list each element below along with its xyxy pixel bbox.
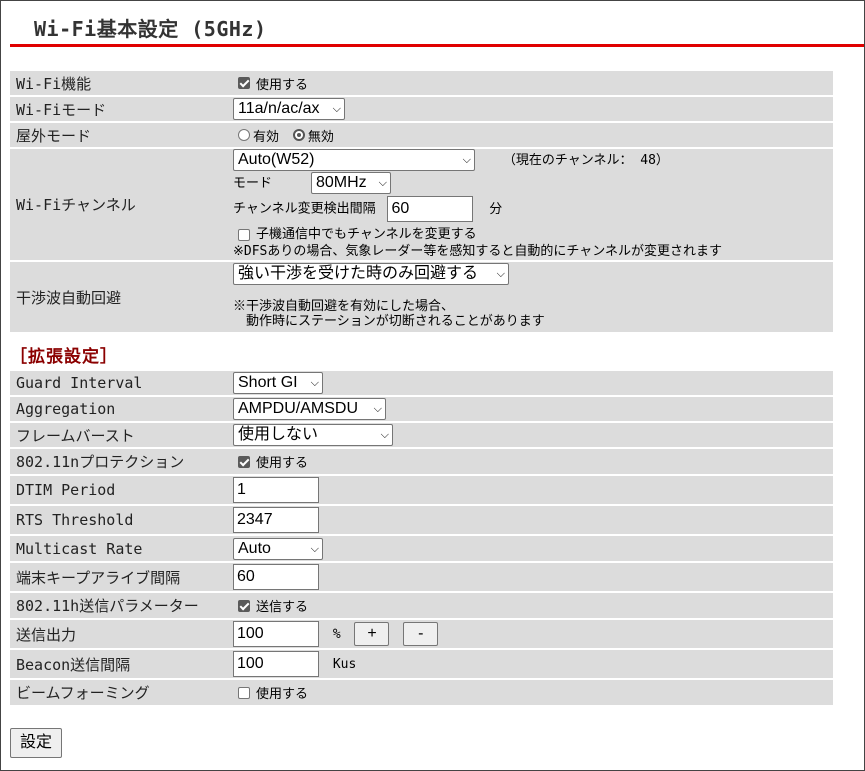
submit-button[interactable]: 設定 <box>10 728 62 758</box>
chevron-down-icon: ⌵ <box>496 268 505 280</box>
wifi-function-checkbox[interactable] <box>238 77 250 89</box>
detect-interval-label: チャンネル変更検出間隔 <box>233 201 376 217</box>
change-during-child-label: 子機通信中でもチャンネルを変更する <box>256 227 477 242</box>
row-wifi-channel: Wi-Fiチャンネル Auto(W52) ⌵ （現在のチャンネル： 48） モード… <box>10 149 833 260</box>
channel-select[interactable]: Auto(W52) ⌵ <box>233 149 475 171</box>
label-interference: 干渉波自動回避 <box>10 262 230 332</box>
detect-interval-input[interactable]: 60 <box>387 196 474 222</box>
row-tx-param-11h: 802.11h送信パラメーター 送信する <box>10 593 833 618</box>
tx-param-11h-option: 送信する <box>256 600 309 615</box>
change-during-child-checkbox[interactable] <box>238 228 250 241</box>
row-dtim-period: DTIM Period 1 <box>10 476 833 504</box>
label-keepalive: 端末キープアライブ間隔 <box>10 563 230 591</box>
interference-note-1: ※干渉波自動回避を有効にした場合、 <box>233 299 455 314</box>
protection-11n-checkbox[interactable] <box>238 455 250 468</box>
current-channel-text: （現在のチャンネル： 48） <box>502 152 669 168</box>
label-protection-11n: 802.11nプロテクション <box>10 449 230 474</box>
row-guard-interval: Guard Interval Short GI ⌵ <box>10 371 833 395</box>
label-outdoor-mode: 屋外モード <box>10 123 230 147</box>
detect-interval-unit: 分 <box>489 201 503 217</box>
row-beacon-interval: Beacon送信間隔 100 Kus <box>10 650 833 678</box>
interference-note-2: 動作時にステーションが切断されることがあります <box>233 314 545 329</box>
wifi-function-option: 使用する <box>256 77 309 93</box>
aggregation-value: AMPDU/AMSDU <box>238 400 359 417</box>
chevron-down-icon: ⌵ <box>380 429 389 441</box>
tx-power-input[interactable]: 100 <box>233 621 319 647</box>
outdoor-enable-radio[interactable] <box>238 129 250 141</box>
channel-width-select[interactable]: 80MHz ⌵ <box>311 172 391 194</box>
tx-power-unit: % <box>332 626 341 642</box>
basic-settings-table: Wi-Fi機能 使用する Wi-Fiモード 11a/n/ac/ax ⌵ 屋外モード… <box>10 69 833 334</box>
tx-power-plus-button[interactable]: + <box>354 622 390 646</box>
dtim-period-input[interactable]: 1 <box>233 477 319 503</box>
tx-param-11h-checkbox[interactable] <box>238 599 250 612</box>
label-guard-interval: Guard Interval <box>10 371 230 395</box>
beamforming-option: 使用する <box>256 687 309 702</box>
protection-11n-option: 使用する <box>256 456 309 471</box>
rts-threshold-input[interactable]: 2347 <box>233 507 319 533</box>
label-rts-threshold: RTS Threshold <box>10 506 230 534</box>
beamforming-checkbox[interactable] <box>238 686 250 699</box>
beacon-interval-input[interactable]: 100 <box>233 651 319 677</box>
frame-burst-select[interactable]: 使用しない ⌵ <box>233 424 393 446</box>
channel-mode-label: モード <box>233 175 273 191</box>
label-multicast-rate: Multicast Rate <box>10 536 230 561</box>
label-wifi-mode: Wi-Fiモード <box>10 97 230 121</box>
label-tx-param-11h: 802.11h送信パラメーター <box>10 593 230 618</box>
label-wifi-channel: Wi-Fiチャンネル <box>10 149 230 260</box>
dfs-note: ※DFSありの場合、気象レーダー等を感知すると自動的にチャンネルが変更されます <box>233 244 722 259</box>
row-protection-11n: 802.11nプロテクション 使用する <box>10 449 833 474</box>
row-wifi-mode: Wi-Fiモード 11a/n/ac/ax ⌵ <box>10 97 833 121</box>
extended-section-title: ［拡張設定］ <box>10 347 118 367</box>
row-tx-power: 送信出力 100 % + - <box>10 620 833 648</box>
row-rts-threshold: RTS Threshold 2347 <box>10 506 833 534</box>
outdoor-disable-label: 無効 <box>307 129 334 145</box>
row-frame-burst: フレームバースト 使用しない ⌵ <box>10 423 833 447</box>
interference-value: 強い干渉を受けた時のみ回避する <box>238 265 479 282</box>
row-outdoor-mode: 屋外モード 有効 無効 <box>10 123 833 147</box>
chevron-down-icon: ⌵ <box>332 103 341 115</box>
row-aggregation: Aggregation AMPDU/AMSDU ⌵ <box>10 397 833 421</box>
chevron-down-icon: ⌵ <box>462 154 471 166</box>
label-dtim-period: DTIM Period <box>10 476 230 504</box>
title-underline <box>10 44 864 47</box>
multicast-rate-value: Auto <box>238 539 271 557</box>
channel-width-value: 80MHz <box>316 174 367 191</box>
chevron-down-icon: ⌵ <box>310 542 319 555</box>
row-wifi-function: Wi-Fi機能 使用する <box>10 71 833 95</box>
extended-settings-table: Guard Interval Short GI ⌵ Aggregation AMP… <box>10 369 833 707</box>
wifi-mode-select[interactable]: 11a/n/ac/ax ⌵ <box>233 98 345 120</box>
settings-panel: Wi-Fi基本設定 (5GHz) Wi-Fi機能 使用する Wi-Fiモード 1… <box>0 0 865 771</box>
row-keepalive: 端末キープアライブ間隔 60 <box>10 563 833 591</box>
frame-burst-value: 使用しない <box>238 426 319 443</box>
label-wifi-function: Wi-Fi機能 <box>10 71 230 95</box>
row-beamforming: ビームフォーミング 使用する <box>10 680 833 705</box>
page-title: Wi-Fi基本設定 (5GHz) <box>34 17 267 41</box>
interference-select[interactable]: 強い干渉を受けた時のみ回避する ⌵ <box>233 263 509 285</box>
tx-power-minus-button[interactable]: - <box>403 622 439 646</box>
outdoor-disable-radio[interactable] <box>292 129 305 141</box>
row-interference: 干渉波自動回避 強い干渉を受けた時のみ回避する ⌵ ※干渉波自動回避を有効にした場… <box>10 262 833 332</box>
channel-value: Auto(W52) <box>238 151 315 168</box>
outdoor-enable-label: 有効 <box>253 129 280 145</box>
chevron-down-icon: ⌵ <box>373 403 382 415</box>
guard-interval-value: Short GI <box>238 374 298 391</box>
wifi-mode-value: 11a/n/ac/ax <box>238 100 320 117</box>
aggregation-select[interactable]: AMPDU/AMSDU ⌵ <box>233 398 386 420</box>
chevron-down-icon: ⌵ <box>310 377 319 389</box>
label-tx-power: 送信出力 <box>10 620 230 648</box>
label-beacon-interval: Beacon送信間隔 <box>10 650 230 678</box>
chevron-down-icon: ⌵ <box>378 177 387 189</box>
label-aggregation: Aggregation <box>10 397 230 421</box>
label-beamforming: ビームフォーミング <box>10 680 230 705</box>
beacon-interval-unit: Kus <box>332 656 357 672</box>
guard-interval-select[interactable]: Short GI ⌵ <box>233 372 323 394</box>
label-frame-burst: フレームバースト <box>10 423 230 447</box>
multicast-rate-select[interactable]: Auto ⌵ <box>233 537 323 560</box>
row-multicast-rate: Multicast Rate Auto ⌵ <box>10 536 833 561</box>
keepalive-input[interactable]: 60 <box>233 564 319 590</box>
